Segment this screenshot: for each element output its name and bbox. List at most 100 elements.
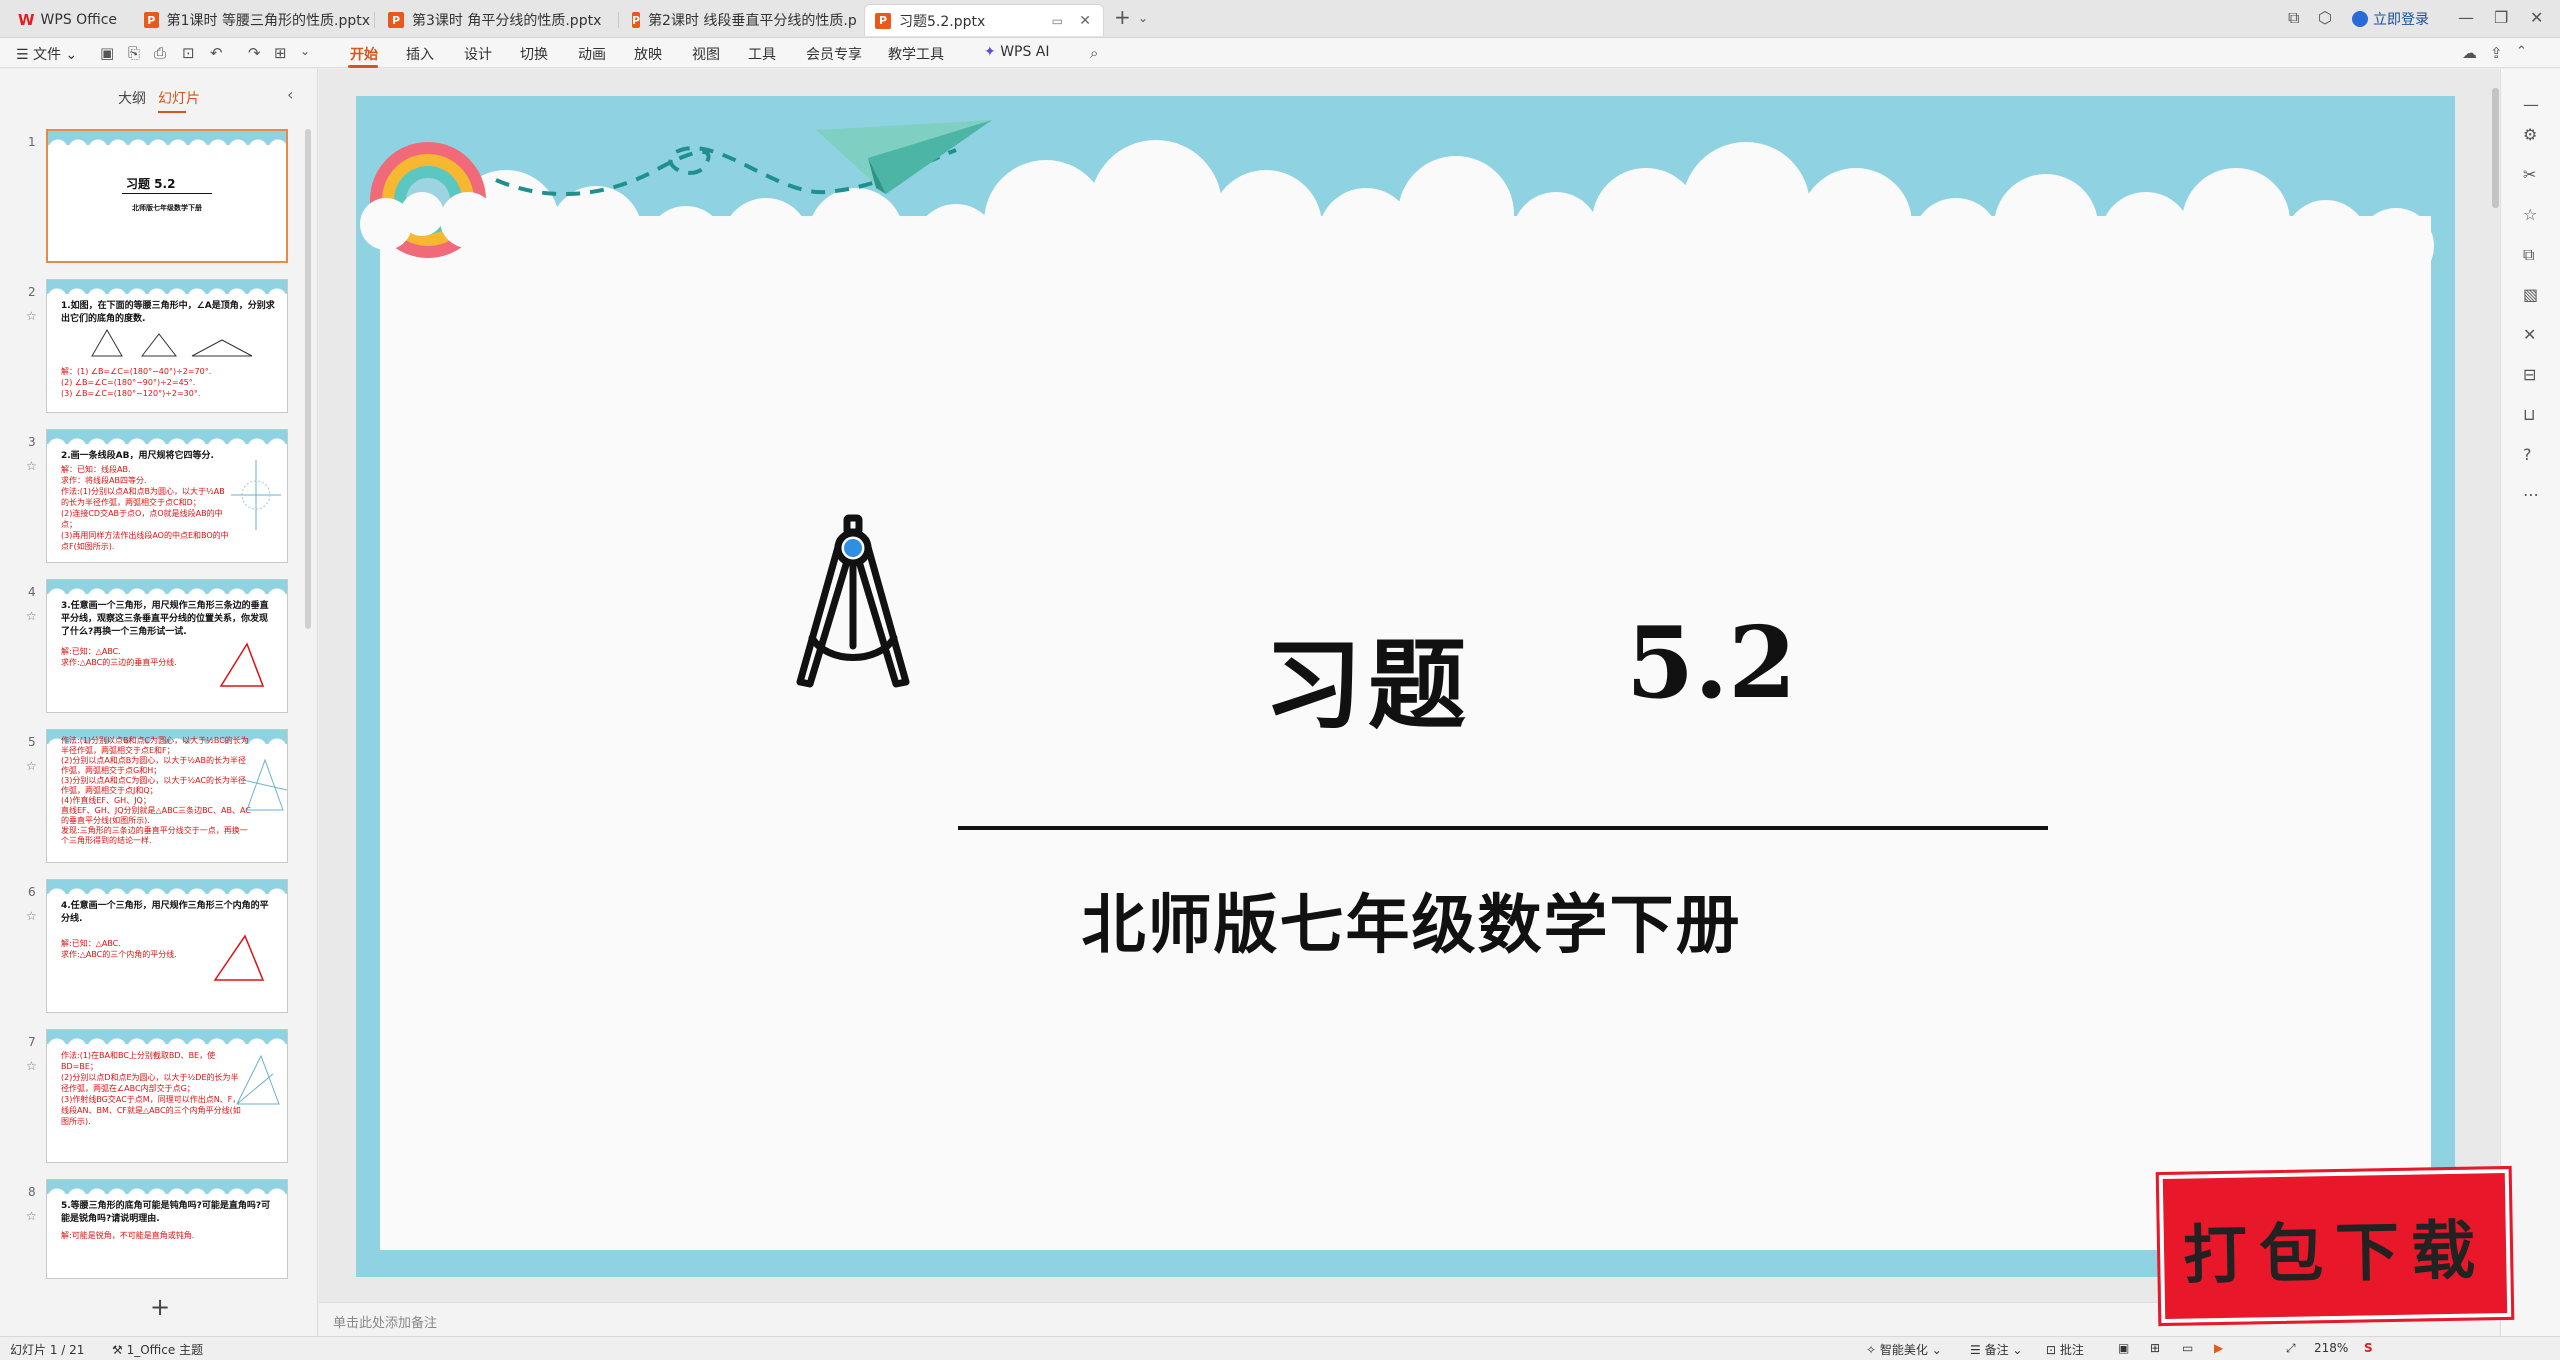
- menu-view[interactable]: 视图: [692, 44, 720, 64]
- share-icon[interactable]: ⇪: [2490, 44, 2503, 62]
- menu-insert[interactable]: 插入: [406, 44, 434, 64]
- restore-icon[interactable]: ❐: [2494, 8, 2508, 27]
- ribbon-chevron-icon[interactable]: ⌃: [2516, 44, 2527, 59]
- menu-design[interactable]: 设计: [464, 44, 492, 64]
- menu-home[interactable]: 开始: [350, 44, 378, 64]
- star-icon[interactable]: ☆: [26, 759, 37, 773]
- slide-thumbnail-8[interactable]: 5.等腰三角形的底角可能是钝角吗?可能是直角吗?可能是锐角吗?请说明理由. 解:…: [46, 1179, 288, 1279]
- tab-outline[interactable]: 大纲: [118, 88, 146, 108]
- thumbnail-cloud-band: [47, 1180, 287, 1198]
- menu-member[interactable]: 会员专享: [806, 44, 862, 64]
- editor-vertical-scrollbar[interactable]: [2492, 88, 2499, 208]
- thumbnail-number: 2: [28, 285, 36, 299]
- close-window-icon[interactable]: ✕: [2530, 8, 2543, 27]
- menu-animations[interactable]: 动画: [578, 44, 606, 64]
- slide-thumbnail-4[interactable]: 3.任意画一个三角形，用尺规作三角形三条边的垂直平分线，观察这三条垂直平分线的位…: [46, 579, 288, 713]
- panel-scrollbar[interactable]: [305, 129, 311, 629]
- answer-line: (3) ∠B=∠C=(180°−120°)÷2=30°.: [61, 389, 201, 398]
- menu-transitions[interactable]: 切换: [520, 44, 548, 64]
- star-icon[interactable]: ☆: [26, 609, 37, 623]
- thumbnail-question: 4.任意画一个三角形，用尺规作三角形三个内角的平分线.: [61, 901, 269, 924]
- answer-line: 直线EF、GH、JQ分别就是△ABC三条边BC、AB、AC的垂直平分线(如图所示…: [61, 806, 251, 825]
- save-icon[interactable]: ▣: [100, 44, 114, 62]
- slide-thumbnail-3[interactable]: 2.画一条线段AB，用尺规将它四等分. 解：已知：线段AB. 求作：将线段AB四等…: [46, 429, 288, 563]
- properties-icon[interactable]: ⚙: [2523, 125, 2537, 144]
- input-method-icon[interactable]: S: [2364, 1341, 2373, 1355]
- answer-line: (3)再用同样方法作出线段AO的中点E和BO的中点F(如图所示).: [61, 531, 229, 551]
- star-icon[interactable]: ☆: [26, 459, 37, 473]
- close-tab-icon[interactable]: ✕: [1079, 13, 1091, 29]
- add-slide-button[interactable]: +: [150, 1293, 170, 1321]
- cloud-sync-icon[interactable]: ☁: [2462, 44, 2477, 62]
- export-icon[interactable]: ⎘: [128, 44, 140, 62]
- answer-line: (3)分别以点A和点C为圆心，以大于½AC的长为半径作弧，两弧相交于点J和Q；: [61, 776, 247, 795]
- book-icon[interactable]: ⊟: [2523, 365, 2536, 384]
- badge-text: 打包下载: [2182, 1213, 2488, 1294]
- thumbnail-number: 6: [28, 885, 36, 899]
- file-menu[interactable]: ☰ 文件 ⌄: [16, 44, 77, 64]
- current-slide[interactable]: 习题 5.2 北师版七年级数学下册: [356, 96, 2455, 1277]
- slide-thumbnail-7[interactable]: 作法:(1)在BA和BC上分别截取BD、BE，使BD=BE； (2)分别以点D和点…: [46, 1029, 288, 1163]
- window-layout-icon[interactable]: ⧉: [2288, 8, 2299, 28]
- search-icon[interactable]: ⌕: [1090, 44, 1098, 62]
- tab-doc-3[interactable]: P 第2课时 线段垂直平分线的性质.pptx: [622, 4, 858, 36]
- menu-tools[interactable]: 工具: [748, 44, 776, 64]
- menu-slideshow[interactable]: 放映: [634, 44, 662, 64]
- slide-thumbnail-2[interactable]: 1.如图，在下面的等腰三角形中，∠A是顶角，分别求出它们的底角的度数. 解：(1…: [46, 279, 288, 413]
- grid-view-icon[interactable]: ⊞: [2150, 1341, 2160, 1355]
- reading-view-icon[interactable]: ▭: [2182, 1341, 2193, 1355]
- minimize-icon[interactable]: —: [2458, 8, 2474, 27]
- ppt-file-icon: P: [388, 12, 404, 28]
- redo-icon[interactable]: ↷: [248, 44, 261, 62]
- notes-label: 备注: [1984, 1343, 2009, 1357]
- star-icon[interactable]: ☆: [26, 309, 37, 323]
- star-icon[interactable]: ☆: [26, 909, 37, 923]
- undo-icon[interactable]: ↶: [210, 44, 223, 62]
- tab-doc-2[interactable]: P 第3课时 角平分线的性质.pptx: [378, 4, 614, 36]
- collapse-sidebar-icon[interactable]: —: [2523, 95, 2539, 114]
- normal-view-icon[interactable]: ▣: [2118, 1341, 2129, 1355]
- notes-toggle-button[interactable]: ☰ 备注 ⌄: [1970, 1341, 2022, 1358]
- magic-icon[interactable]: ✂: [2523, 165, 2536, 184]
- slide-counter: 幻灯片 1 / 21: [10, 1343, 85, 1357]
- more-icon[interactable]: ⋯: [2523, 485, 2539, 504]
- smart-beautify-button[interactable]: ✧ 智能美化 ⌄: [1866, 1341, 1942, 1358]
- star-icon[interactable]: ☆: [26, 1059, 37, 1073]
- image-icon[interactable]: ▧: [2523, 285, 2538, 304]
- preview-icon[interactable]: ⊡: [182, 44, 195, 62]
- print-icon[interactable]: ⎙: [154, 44, 166, 62]
- slide-thumbnail-5[interactable]: 作法:(1)分别以点B和点C为圆心，以大于½BC的长为半径作弧，两弧相交于点E和…: [46, 729, 288, 863]
- compass-drawing-icon: [796, 514, 910, 688]
- help-icon[interactable]: ?: [2523, 445, 2532, 464]
- tab-slides[interactable]: 幻灯片: [158, 88, 200, 108]
- slide-thumbnail-6[interactable]: 4.任意画一个三角形，用尺规作三角形三个内角的平分线. 解:已知：△ABC. 求作…: [46, 879, 288, 1013]
- star-icon[interactable]: ☆: [26, 1209, 37, 1223]
- thumbnail-number: 3: [28, 435, 36, 449]
- comments-button[interactable]: ⊡ 批注: [2046, 1341, 2084, 1358]
- format-painter-icon[interactable]: ⊞: [274, 44, 287, 62]
- play-slideshow-icon[interactable]: ▶: [2214, 1341, 2223, 1355]
- layers-icon[interactable]: ⧉: [2523, 245, 2534, 265]
- slide-thumbnail-1[interactable]: 习题 5.2 北师版七年级数学下册: [46, 129, 288, 263]
- download-pack-badge[interactable]: 打包下载: [2155, 1165, 2515, 1327]
- fit-window-icon[interactable]: ⤢: [2286, 1341, 2296, 1356]
- tab-doc-1[interactable]: P 第1课时 等腰三角形的性质.pptx: [134, 4, 370, 36]
- tab-doc-active[interactable]: P 习题5.2.pptx ▭ ✕: [864, 4, 1104, 36]
- collapse-panel-icon[interactable]: ‹: [287, 85, 293, 104]
- star-tool-icon[interactable]: ☆: [2523, 205, 2537, 224]
- quick-access-chevron-icon[interactable]: ⌄: [300, 44, 310, 58]
- tab-wps-office[interactable]: W WPS Office: [8, 4, 134, 36]
- monitor-icon[interactable]: ▭: [1052, 14, 1063, 28]
- menu-teaching-tools[interactable]: 教学工具: [888, 44, 944, 64]
- cube-icon[interactable]: ⬡: [2318, 8, 2332, 27]
- tab-list-chevron-icon[interactable]: ⌄: [1138, 11, 1148, 25]
- menu-wps-ai[interactable]: ✦ WPS AI: [984, 44, 1050, 60]
- cup-icon[interactable]: ⊔: [2523, 405, 2535, 424]
- theme-indicator[interactable]: ⚒ 1_Office 主题: [112, 1341, 203, 1358]
- tools-icon[interactable]: ✕: [2523, 325, 2536, 344]
- login-button[interactable]: 立即登录: [2352, 9, 2429, 29]
- zoom-level[interactable]: 218%: [2314, 1341, 2348, 1355]
- notes-icon: ☰: [1970, 1343, 1981, 1357]
- new-tab-plus-icon[interactable]: +: [1114, 5, 1131, 29]
- answer-line: (3)作射线BG交AC于点M，同理可以作出点N、F，线段AN、BM、CF就是△A…: [61, 1095, 241, 1126]
